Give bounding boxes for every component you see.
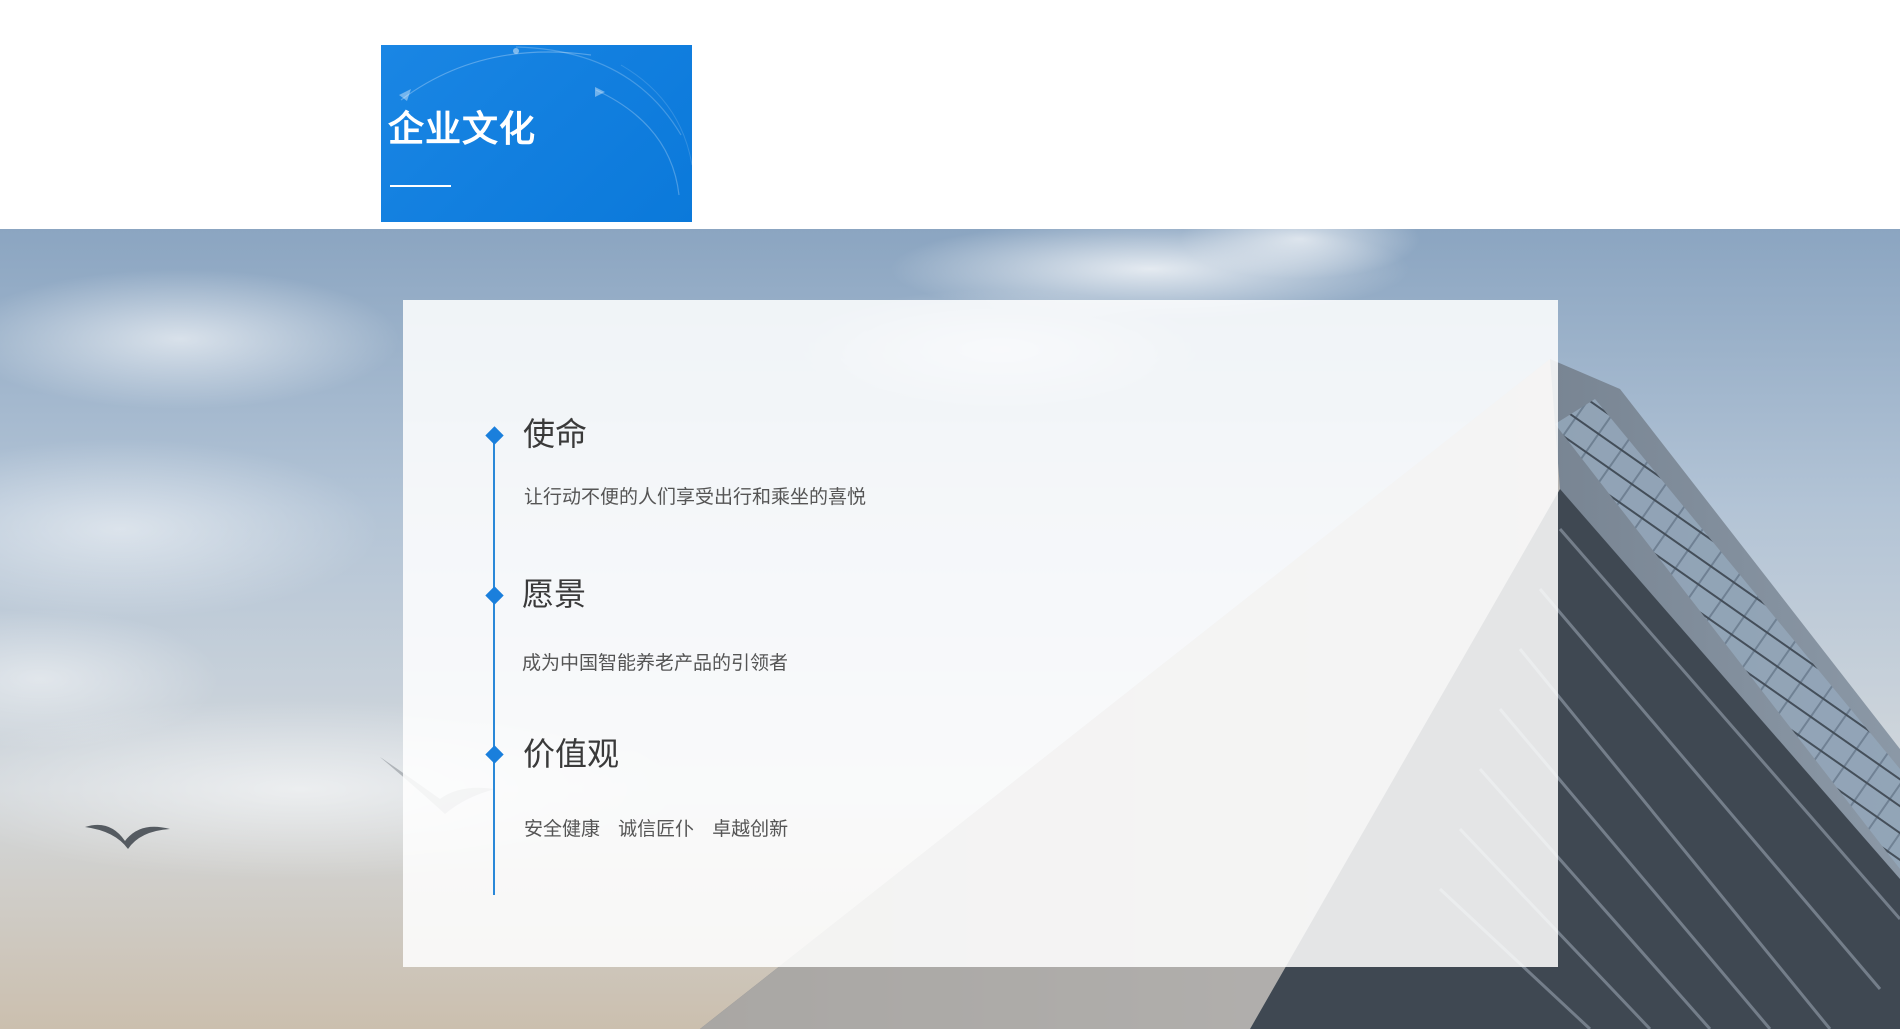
- diamond-icon: [485, 745, 504, 764]
- culture-card: 使命 让行动不便的人们享受出行和乘坐的喜悦 愿景 成为中国智能养老产品的引领者 …: [403, 300, 1558, 967]
- vision-description: 成为中国智能养老产品的引领者: [522, 652, 789, 674]
- value-item: 卓越创新: [712, 818, 789, 840]
- page-title: 企业文化: [388, 109, 537, 150]
- diamond-icon: [485, 586, 504, 605]
- diamond-icon: [485, 426, 504, 445]
- value-item: 诚信匠仆: [618, 818, 695, 840]
- corporate-culture-page: 企业文化 使命 让行动不便的人们享受出行和乘坐的喜悦 愿景 成为中国智能养老产品…: [0, 0, 1900, 1029]
- value-item: 安全健康: [524, 818, 601, 840]
- title-badge: 企业文化: [381, 45, 692, 222]
- mission-description: 让行动不便的人们享受出行和乘坐的喜悦: [524, 486, 867, 508]
- mission-title: 使命: [523, 415, 588, 453]
- title-underline: [390, 185, 451, 187]
- values-title: 价值观: [523, 735, 620, 773]
- vision-title: 愿景: [522, 575, 587, 613]
- timeline-line: [493, 435, 495, 895]
- values-list: 安全健康 诚信匠仆 卓越创新: [524, 816, 788, 842]
